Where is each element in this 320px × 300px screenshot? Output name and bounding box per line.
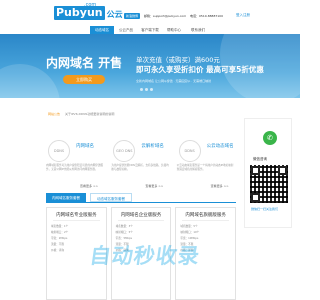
login-link[interactable]: 登入注册: [236, 12, 250, 19]
carousel-dots[interactable]: [140, 88, 153, 91]
card-title[interactable]: 云解析域名: [141, 143, 164, 149]
notice-label: 网站公告: [48, 112, 61, 116]
plan-feature: 映射端口：5个: [115, 231, 133, 234]
card-title[interactable]: 公云动态域名: [207, 143, 234, 149]
qr-corner: [251, 166, 260, 175]
plan-feature: 流量：不限: [51, 243, 64, 246]
card-desc: 为用户提供智能DNS云解析，支持多线路、负载均衡与故障切换。: [111, 164, 169, 171]
plan-feature: 域名数量：3个: [115, 225, 133, 228]
service-card[interactable]: DDNS 公云动态域名 公云动态域名服务是一个将用户的动态IP地址映射到固定域名…: [176, 136, 236, 188]
top-header: Pubyun .com 公云 新浪微博 邮箱：support@pubyun.co…: [0, 0, 300, 26]
divider: [182, 220, 230, 221]
weibo-badge[interactable]: 新浪微博: [124, 13, 140, 19]
plan-tabs: 内网域名服务套餐 动态域名服务套餐: [46, 193, 236, 203]
ddns-icon: DDNS: [178, 140, 201, 162]
banner-line-2: 即可永久享受折扣价 最高可享5折优惠: [136, 65, 264, 74]
wechat-icon[interactable]: ✆: [263, 131, 277, 145]
sidebar-title: 微信咨询: [253, 157, 267, 161]
tab-intranet-plans[interactable]: 内网域名服务套餐: [46, 193, 86, 202]
nav-item-contact[interactable]: 联系我们: [186, 26, 210, 34]
logo-cn: 公云: [106, 10, 123, 19]
nav-item-products[interactable]: 公云产品: [114, 26, 138, 34]
nav-item-help[interactable]: 帮助中心: [162, 26, 186, 34]
ddns-icon: DDNS: [48, 140, 70, 162]
service-card[interactable]: DDNS 内网域名 内网域名服务可为用户提供稳定可靠的内网穿透服务，无需公网IP…: [46, 136, 105, 188]
site-logo[interactable]: Pubyun .com 公云: [54, 2, 123, 20]
card-title[interactable]: 内网域名: [76, 143, 94, 149]
nav-item-ddns[interactable]: 动态域名: [90, 26, 114, 34]
service-cards: DDNS 内网域名 内网域名服务可为用户提供稳定可靠的内网穿透服务，无需公网IP…: [46, 136, 236, 188]
logo-com: .com: [84, 2, 97, 8]
plan-feature: 映射端口：2个: [51, 231, 69, 234]
geodns-icon: GEO DNS: [113, 140, 136, 162]
qr-code: [250, 165, 288, 203]
buy-now-button[interactable]: 立即购买: [63, 75, 105, 84]
divider: [53, 220, 100, 221]
qr-corner: [251, 193, 260, 202]
plan-feature: 映射端口：10个: [180, 231, 200, 234]
notice-text[interactable]: 关于IPV6,DDNS功能更新说明的说明: [65, 112, 114, 116]
contact-email: 邮箱：support@pubyun.com: [144, 14, 187, 18]
plan-title: 内网域名旗舰版服务: [185, 213, 226, 218]
promo-banner[interactable]: 内网域名 开售 立即购买 单次充值（或购买）满600元 即可永久享受折扣价 最高…: [0, 34, 300, 98]
main-nav: 动态域名 公云产品 客户端下载 帮助中心 联系我们: [0, 26, 300, 34]
notice-bar[interactable]: 网站公告 关于IPV6,DDNS功能更新说明的说明: [48, 110, 228, 118]
watermark-text: 自动秒收录: [88, 244, 202, 268]
nav-item-download[interactable]: 客户端下载: [138, 26, 162, 34]
sidebar-footer[interactable]: 微信扫一扫关注我们: [251, 207, 278, 211]
plan-feature: 域名数量：5个: [180, 225, 198, 228]
logo-text: Pubyun: [54, 6, 105, 20]
banner-title: 内网域名 开售: [46, 56, 123, 70]
plan-title: 内网域名专业版服务: [56, 213, 97, 218]
wechat-sidebar: ✆ 微信咨询 微信扫一扫关注我们: [244, 118, 292, 228]
card-desc: 公云动态域名服务是一个将用户的动态IP地址映射到固定域名的解析服务。: [176, 164, 234, 171]
card-desc: 内网域名服务可为用户提供稳定可靠的内网穿透服务，无需公网IP也能从外网访问内网服…: [46, 164, 104, 171]
service-card[interactable]: GEO DNS 云解析域名 为用户提供智能DNS云解析，支持多线路、负载均衡与故…: [111, 136, 170, 188]
card-more-link[interactable]: 查看更多 >>: [80, 184, 98, 188]
divider: [117, 220, 165, 221]
qr-corner: [278, 166, 287, 175]
card-more-link[interactable]: 查看更多 >>: [211, 184, 229, 188]
plan-feature: 价格：详询: [51, 249, 64, 252]
plan-title: 内网域名企业版服务: [120, 213, 162, 218]
banner-line-3: 全新内网域名 让公网ip穿透 · 无需固定ip · 无需端口映射: [136, 79, 212, 83]
plan-feature: 域名数量：1个: [51, 225, 69, 228]
contact-phone: 电话：0510-88887100: [190, 14, 223, 18]
plan-feature: 带宽：2Mbps: [51, 237, 68, 240]
tab-ddns-plans[interactable]: 动态域名服务套餐: [90, 193, 132, 202]
banner-line-1: 单次充值（或购买）满600元: [136, 56, 220, 64]
card-more-link[interactable]: 查看更多 >>: [145, 184, 163, 188]
